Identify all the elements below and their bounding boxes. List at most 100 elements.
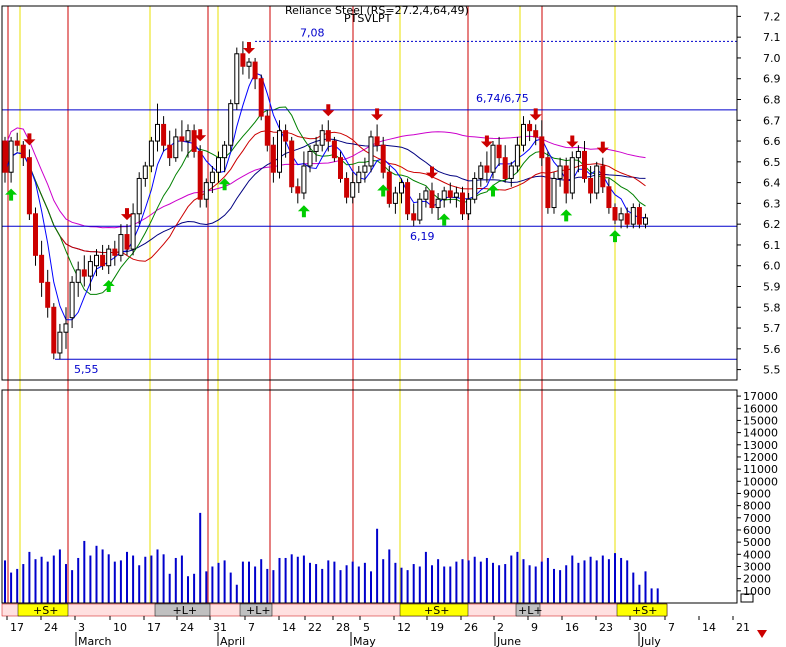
- candle-body: [636, 207, 642, 225]
- volume-tick-label: 14000: [743, 427, 778, 440]
- date-tick-label: 12: [397, 621, 411, 634]
- down-arrow-icon: [243, 41, 255, 54]
- candle-body: [161, 123, 167, 146]
- candle-body: [630, 207, 636, 225]
- candle-body: [319, 130, 325, 146]
- candle-body: [2, 140, 8, 173]
- status-segment-label: +L+: [518, 604, 543, 617]
- candle-body: [350, 182, 356, 198]
- candle-body: [167, 144, 173, 159]
- candle-body: [240, 53, 246, 67]
- candle-body: [87, 261, 93, 277]
- candles: [2, 41, 648, 360]
- candle-body: [411, 213, 417, 221]
- price-tick-label: 5.7: [763, 322, 781, 335]
- candle-body: [368, 136, 374, 167]
- up-arrow-icon: [5, 188, 18, 201]
- status-segment-label: +S+: [33, 604, 58, 617]
- volume-tick-label: 5000: [743, 536, 771, 549]
- candle-body: [295, 186, 301, 194]
- candle-body: [301, 165, 307, 194]
- date-tick-label: 21: [736, 621, 750, 634]
- candle-body: [643, 217, 648, 225]
- down-arrow-icon: [23, 133, 36, 146]
- date-tick-label: 3: [78, 621, 85, 634]
- candle-body: [142, 165, 148, 179]
- price-tick-label: 6.1: [763, 239, 781, 252]
- date-tick-label: 17: [147, 621, 161, 634]
- date-tick-label: 7: [248, 621, 255, 634]
- candle-body: [69, 281, 75, 319]
- volume-tick-label: 11000: [743, 463, 778, 476]
- candle-body: [423, 190, 429, 200]
- scroll-down-icon: [757, 630, 767, 638]
- candle-body: [618, 213, 624, 221]
- candle-body: [527, 123, 533, 132]
- candle-body: [173, 136, 179, 159]
- candle-body: [417, 198, 423, 221]
- candle-body: [612, 207, 618, 221]
- month-label: July: [640, 635, 661, 647]
- candle-body: [344, 177, 350, 198]
- date-tick-label: 28: [336, 621, 350, 634]
- date-tick-label: 7: [668, 621, 675, 634]
- candle-body: [551, 177, 557, 209]
- date-tick-label: 14: [282, 621, 296, 634]
- candle-body: [472, 177, 478, 200]
- candle-body: [191, 130, 197, 152]
- date-tick-label: 9: [531, 621, 538, 634]
- up-arrow-icon: [218, 178, 231, 191]
- volume-tick-label: 6000: [743, 524, 771, 537]
- volume-tick-label: 7000: [743, 512, 771, 525]
- candle-body: [392, 192, 398, 204]
- candle-body: [252, 61, 258, 80]
- candle-body: [307, 150, 313, 167]
- stock-chart: 6,74/6,75 6,19 5,55 7,08 7.2 7.1 7.0 6.9 6.8 6.7…: [1, 4, 781, 647]
- level-label: 6,19: [410, 230, 435, 243]
- up-arrow-icon: [487, 184, 499, 197]
- candle-body: [557, 165, 563, 179]
- price-tick-label: 7.0: [763, 52, 781, 65]
- price-tick-label: 5.6: [763, 343, 781, 356]
- up-arrow-icon: [560, 209, 573, 222]
- candle-body: [179, 136, 185, 142]
- candle-body: [197, 150, 203, 200]
- up-arrow-icon: [438, 213, 451, 226]
- volume-tick-label: 13000: [743, 439, 778, 452]
- status-segment-label: +S+: [632, 604, 657, 617]
- date-tick-label: 16: [565, 621, 579, 634]
- candle-body: [582, 150, 587, 179]
- candle-body: [588, 177, 594, 194]
- price-tick-label: 7.1: [763, 31, 781, 44]
- candle-body: [106, 248, 112, 267]
- candle-body: [356, 171, 362, 184]
- candle-body: [8, 140, 14, 173]
- volume-tick-label: 4000: [743, 548, 771, 561]
- up-arrow-icon: [609, 230, 621, 243]
- date-tick-label: 14: [702, 621, 716, 634]
- candle-body: [130, 213, 136, 250]
- date-tick-label: 2: [497, 621, 504, 634]
- price-tick-label: 6.2: [763, 218, 781, 231]
- chart-subtitle: PTSVLPT: [344, 12, 392, 25]
- price-tick-label: 7.2: [763, 10, 781, 23]
- candle-body: [313, 144, 319, 152]
- date-tick-label: 24: [180, 621, 194, 634]
- candle-body: [514, 144, 520, 167]
- signal-arrows: [5, 41, 621, 293]
- candle-body: [228, 103, 234, 146]
- date-tick-label: 23: [599, 621, 613, 634]
- date-tick-label: 5: [363, 621, 370, 634]
- status-segment-label: +L+: [246, 604, 271, 617]
- candle-body: [338, 157, 343, 179]
- candle-body: [283, 130, 289, 142]
- date-tick-label: 31: [213, 621, 227, 634]
- candle-body: [624, 213, 630, 225]
- volume-tick-label: 15000: [743, 414, 778, 427]
- candle-body: [124, 234, 130, 250]
- volume-tick-label: 2000: [743, 573, 771, 586]
- candle-body: [203, 182, 209, 200]
- candle-body: [435, 198, 441, 209]
- candle-body: [185, 130, 191, 142]
- candle-body: [386, 171, 392, 204]
